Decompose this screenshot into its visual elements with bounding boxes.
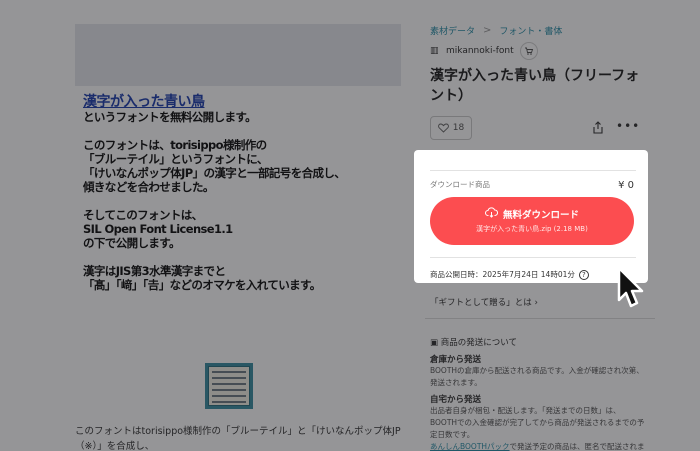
free-download-button[interactable]: 無料ダウンロード 漢字が入った青い鳥.zip (2.18 MB)	[430, 197, 634, 245]
cloud-download-icon	[485, 207, 498, 218]
mouse-pointer-icon	[617, 266, 644, 308]
divider	[430, 170, 636, 171]
item-type-label: ダウンロード商品	[430, 180, 490, 189]
price: ¥ 0	[618, 180, 634, 191]
purchase-card: ダウンロード商品 ¥ 0 無料ダウンロード 漢字が入った青い鳥.zip (2.1…	[414, 150, 648, 283]
download-file-name: 漢字が入った青い鳥.zip (2.18 MB)	[476, 225, 588, 233]
download-button-main: 無料ダウンロード	[430, 207, 634, 221]
download-label: 無料ダウンロード	[502, 210, 579, 221]
divider	[430, 257, 636, 258]
publish-date: 商品公開日時：2025年7月24日 14時01分 ?	[430, 269, 589, 280]
publish-date-text: 商品公開日時：2025年7月24日 14時01分	[430, 270, 575, 279]
help-icon[interactable]: ?	[578, 269, 589, 280]
